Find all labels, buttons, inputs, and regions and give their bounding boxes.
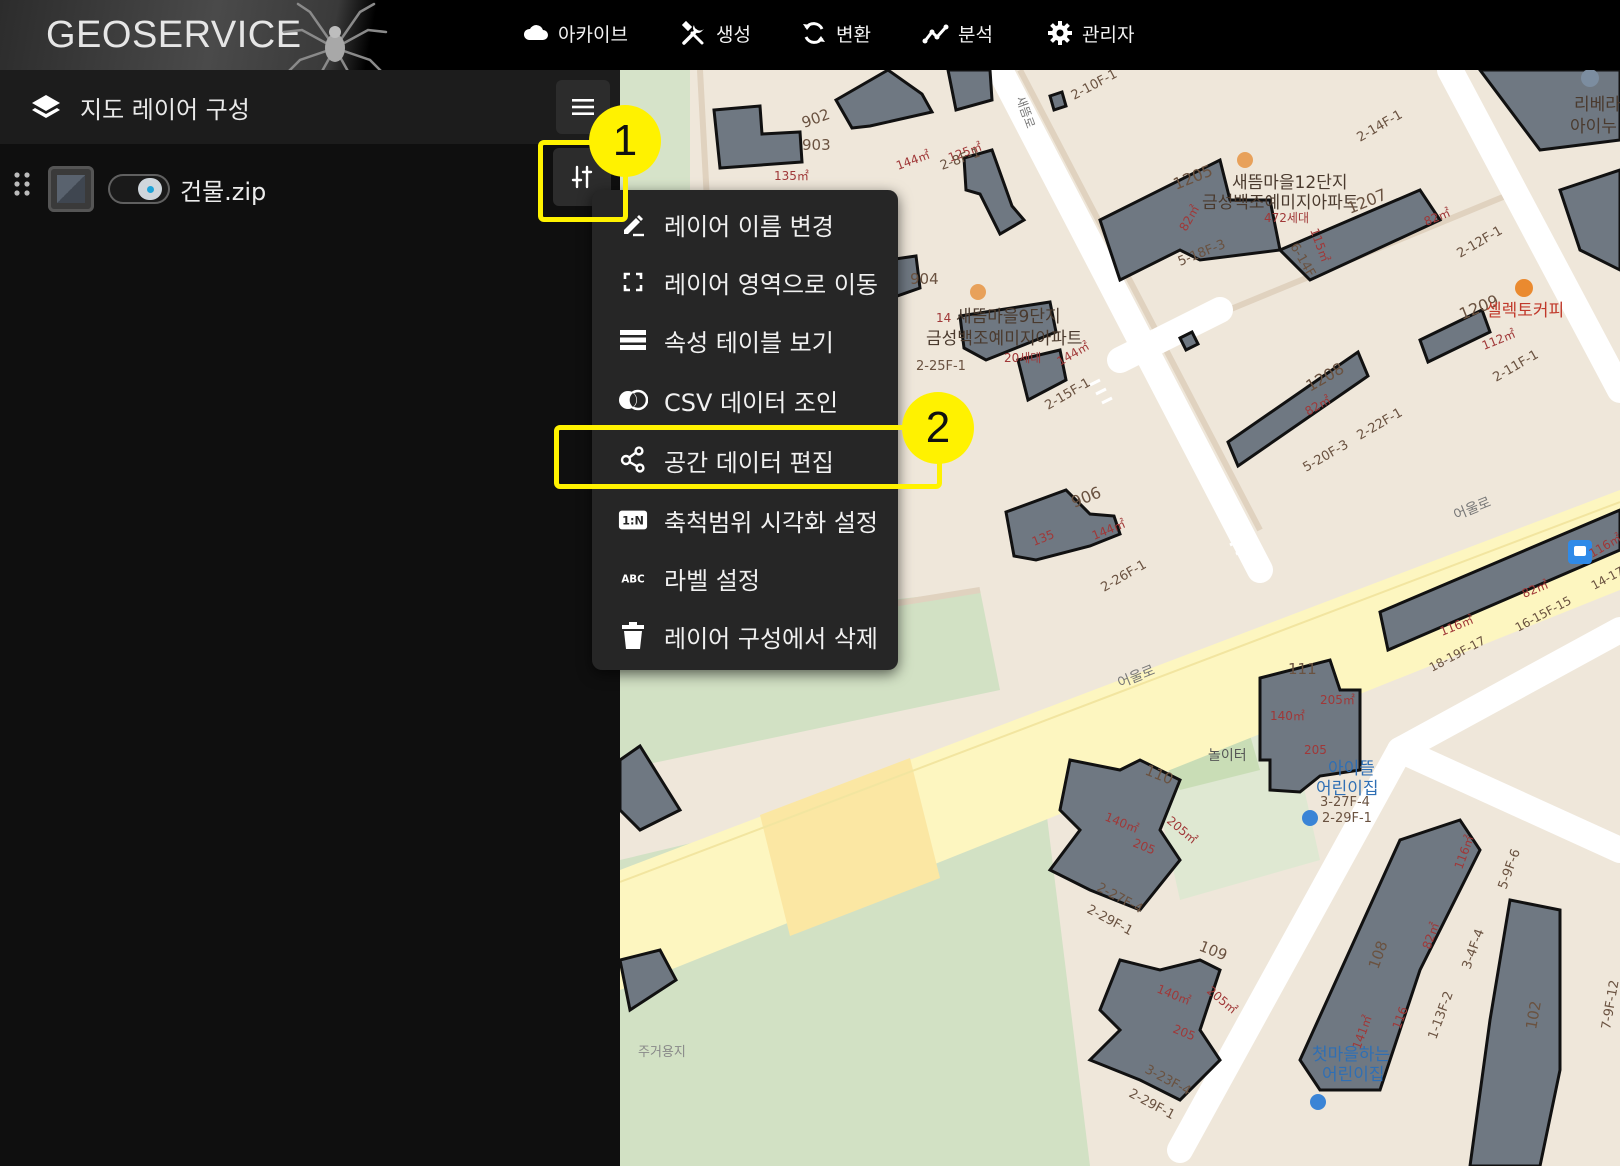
- menu-label: 속성 테이블 보기: [664, 328, 834, 357]
- nav-label: 아카이브: [558, 23, 628, 46]
- nav-analysis[interactable]: 분석: [922, 0, 993, 66]
- highlight-box-step2: [554, 425, 942, 489]
- menu-label: 라벨 설정: [664, 566, 760, 595]
- map-label: 주거용지: [638, 1045, 686, 1060]
- nav-create[interactable]: 생성: [680, 0, 751, 66]
- map-label: 205㎡: [1320, 693, 1355, 707]
- menu-label: 레이어 이름 변경: [664, 212, 834, 241]
- scale-range-icon: 1:N: [618, 505, 648, 535]
- map-label: 904: [910, 270, 939, 288]
- menu-rename-layer[interactable]: 레이어 이름 변경: [592, 194, 898, 254]
- trash-icon: [618, 621, 648, 651]
- nav-label: 관리자: [1082, 23, 1135, 46]
- menu-scale-range[interactable]: 1:N 축척범위 시각화 설정: [592, 490, 898, 550]
- gear-icon: [1048, 21, 1072, 45]
- map-label: 리베라: [1574, 95, 1620, 115]
- label-icon: ABC: [618, 563, 648, 593]
- menu-label: CSV 데이터 조인: [664, 388, 839, 417]
- map-label: 셀렉토커피: [1486, 301, 1564, 321]
- nav-label: 분석: [958, 23, 993, 46]
- join-icon: [618, 385, 648, 415]
- drag-handle-icon[interactable]: [12, 170, 32, 198]
- menu-csv-join[interactable]: CSV 데이터 조인: [592, 370, 898, 430]
- map-label: 어린이집: [1322, 1065, 1385, 1085]
- nav-label: 생성: [716, 23, 751, 46]
- map-label: 아이누: [1570, 117, 1617, 137]
- map-label: 903: [802, 136, 831, 154]
- map-label: 2-25F-1: [916, 359, 966, 374]
- menu-zoom-to-extent[interactable]: 레이어 영역으로 이동: [592, 252, 898, 312]
- hamburger-icon: [572, 99, 594, 115]
- map-label: 새뜸마을9단지: [956, 307, 1061, 327]
- map-label: 20세대: [1004, 351, 1041, 365]
- nav-label: 변환: [836, 23, 871, 46]
- layers-icon: [32, 95, 60, 118]
- app-logo[interactable]: GEOSERVICE: [46, 14, 302, 57]
- panel-title: 지도 레이어 구성: [80, 96, 250, 124]
- table-icon: [618, 325, 648, 355]
- step-badge-2: 2: [902, 392, 974, 464]
- layer-item[interactable]: 건물.zip: [0, 154, 620, 224]
- menu-label: 레이어 영역으로 이동: [664, 270, 878, 299]
- menu-remove-layer[interactable]: 레이어 구성에서 삭제: [592, 606, 898, 666]
- map-label: 135㎡: [774, 169, 809, 183]
- refresh-icon: [803, 22, 825, 44]
- step-badge-1: 1: [589, 105, 661, 177]
- layer-name: 건물.zip: [180, 178, 267, 206]
- cloud-icon: [523, 25, 548, 40]
- map-label: 놀이터: [1208, 748, 1247, 764]
- top-navigation-bar: GEOSERVICE 아카이브 생성 변환 분석 관리자: [0, 0, 1620, 94]
- menu-label: 레이어 구성에서 삭제: [664, 624, 878, 653]
- map-label: 2-29F-1: [1322, 811, 1372, 826]
- map-label: 금성백조예미지아파트: [1202, 193, 1358, 213]
- tools-icon: [681, 20, 704, 45]
- map-label: 첫마을하는: [1312, 1045, 1390, 1065]
- layer-panel: 지도 레이어 구성 건물.zip: [0, 70, 620, 1166]
- extent-icon: [618, 267, 648, 297]
- layer-thumbnail: [48, 166, 94, 212]
- svg-text:ABC: ABC: [621, 574, 644, 586]
- analytics-icon: [922, 24, 949, 44]
- map-label: 205: [1304, 743, 1327, 757]
- layer-visibility-toggle[interactable]: [108, 174, 170, 204]
- menu-label-settings[interactable]: ABC 라벨 설정: [592, 548, 898, 608]
- map-label: 140㎡: [1270, 709, 1305, 723]
- nav-admin[interactable]: 관리자: [1046, 0, 1134, 66]
- map-label: 3-27F-4: [1320, 795, 1370, 810]
- menu-attribute-table[interactable]: 속성 테이블 보기: [592, 310, 898, 370]
- nav-convert[interactable]: 변환: [800, 0, 871, 66]
- map-label: 금성백조예미지아파트: [926, 329, 1082, 349]
- toggle-knob: [138, 178, 162, 200]
- map-label: 아이뜰: [1328, 759, 1375, 779]
- svg-text:1:N: 1:N: [622, 515, 644, 528]
- menu-label: 축척범위 시각화 설정: [664, 508, 878, 537]
- nav-archive[interactable]: 아카이브: [522, 0, 628, 66]
- map-label: 새뜸마을12단지: [1232, 173, 1347, 193]
- map-label: 111: [1288, 660, 1317, 678]
- map-label: 14: [936, 311, 951, 325]
- layer-panel-header: 지도 레이어 구성: [0, 70, 620, 144]
- map-label: 472세대: [1264, 211, 1309, 225]
